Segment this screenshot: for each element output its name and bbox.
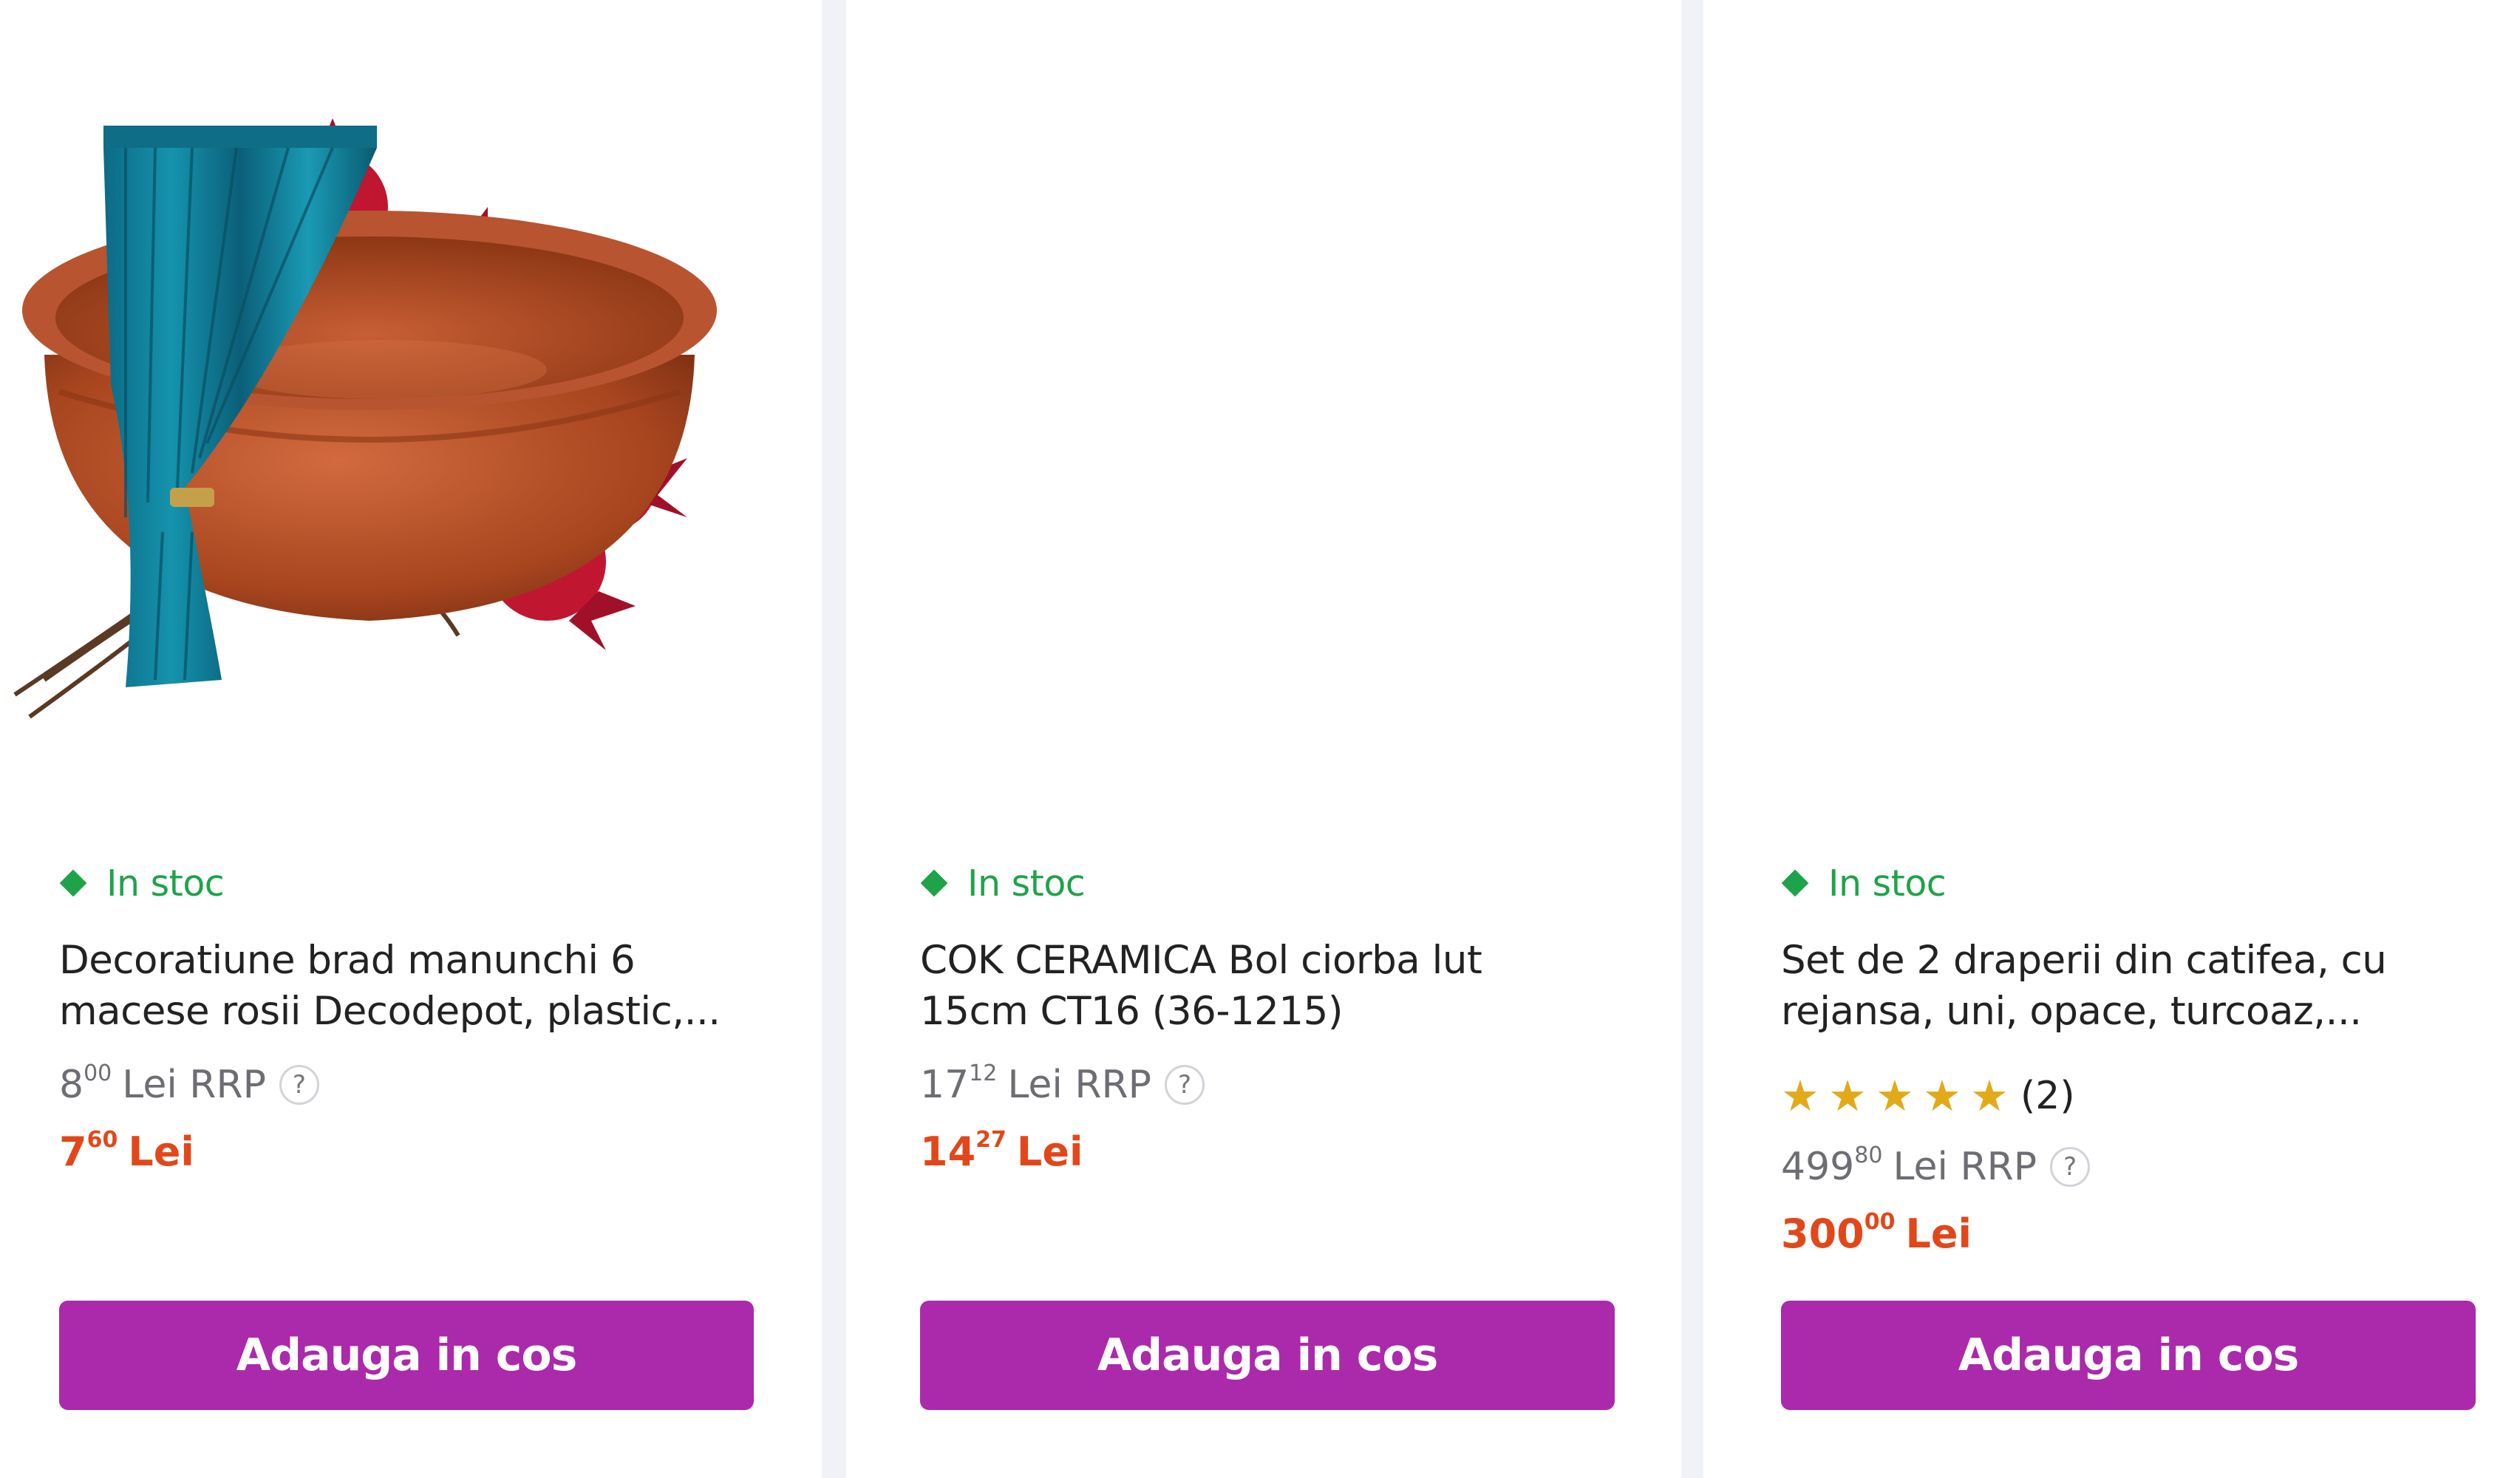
sale-price: 300 00 Lei [1781,1208,1972,1257]
rrp-price: 17 12 Lei RRP ? [920,1058,1205,1111]
product-rating[interactable]: ★ ★ ★ ★ ★ (2) [1781,1070,2075,1122]
rrp-help-icon[interactable]: ? [2050,1147,2091,1187]
product-title[interactable]: COK CERAMICA Bol ciorba lut 15cm CT16 (3… [920,935,1630,1037]
star-icon: ★ [1923,1071,1961,1121]
rrp-help-icon[interactable]: ? [279,1065,319,1105]
stock-status: In stoc [920,861,1086,905]
in-stock-icon [1781,869,1809,897]
stock-status: In stoc [1781,861,1947,905]
star-icon: ★ [1828,1071,1867,1121]
stock-status: In stoc [59,861,225,905]
add-to-cart-button[interactable]: Adauga in cos [59,1301,754,1410]
product-card[interactable] [846,0,1681,1478]
sale-price: 7 60 Lei [59,1126,194,1175]
in-stock-icon [59,869,87,897]
rrp-price: 499 80 Lei RRP ? [1781,1140,2091,1193]
product-title[interactable]: Set de 2 draperii din catifea, cu rejans… [1781,935,2490,1037]
star-icon: ★ [1781,1071,1819,1121]
add-to-cart-button[interactable]: Adauga in cos [920,1301,1615,1410]
add-to-cart-button[interactable]: Adauga in cos [1781,1301,2476,1410]
star-icon: ★ [1970,1071,2009,1121]
sale-price: 14 27 Lei [920,1126,1083,1175]
product-image[interactable] [0,74,443,813]
rrp-help-icon[interactable]: ? [1165,1065,1205,1105]
in-stock-icon [920,869,948,897]
star-icon: ★ [1876,1071,1914,1121]
product-title[interactable]: Decoratiune brad manunchi 6 macese rosii… [59,935,769,1037]
rating-count[interactable]: (2) [2020,1074,2075,1118]
rrp-price: 8 00 Lei RRP ? [59,1058,319,1111]
